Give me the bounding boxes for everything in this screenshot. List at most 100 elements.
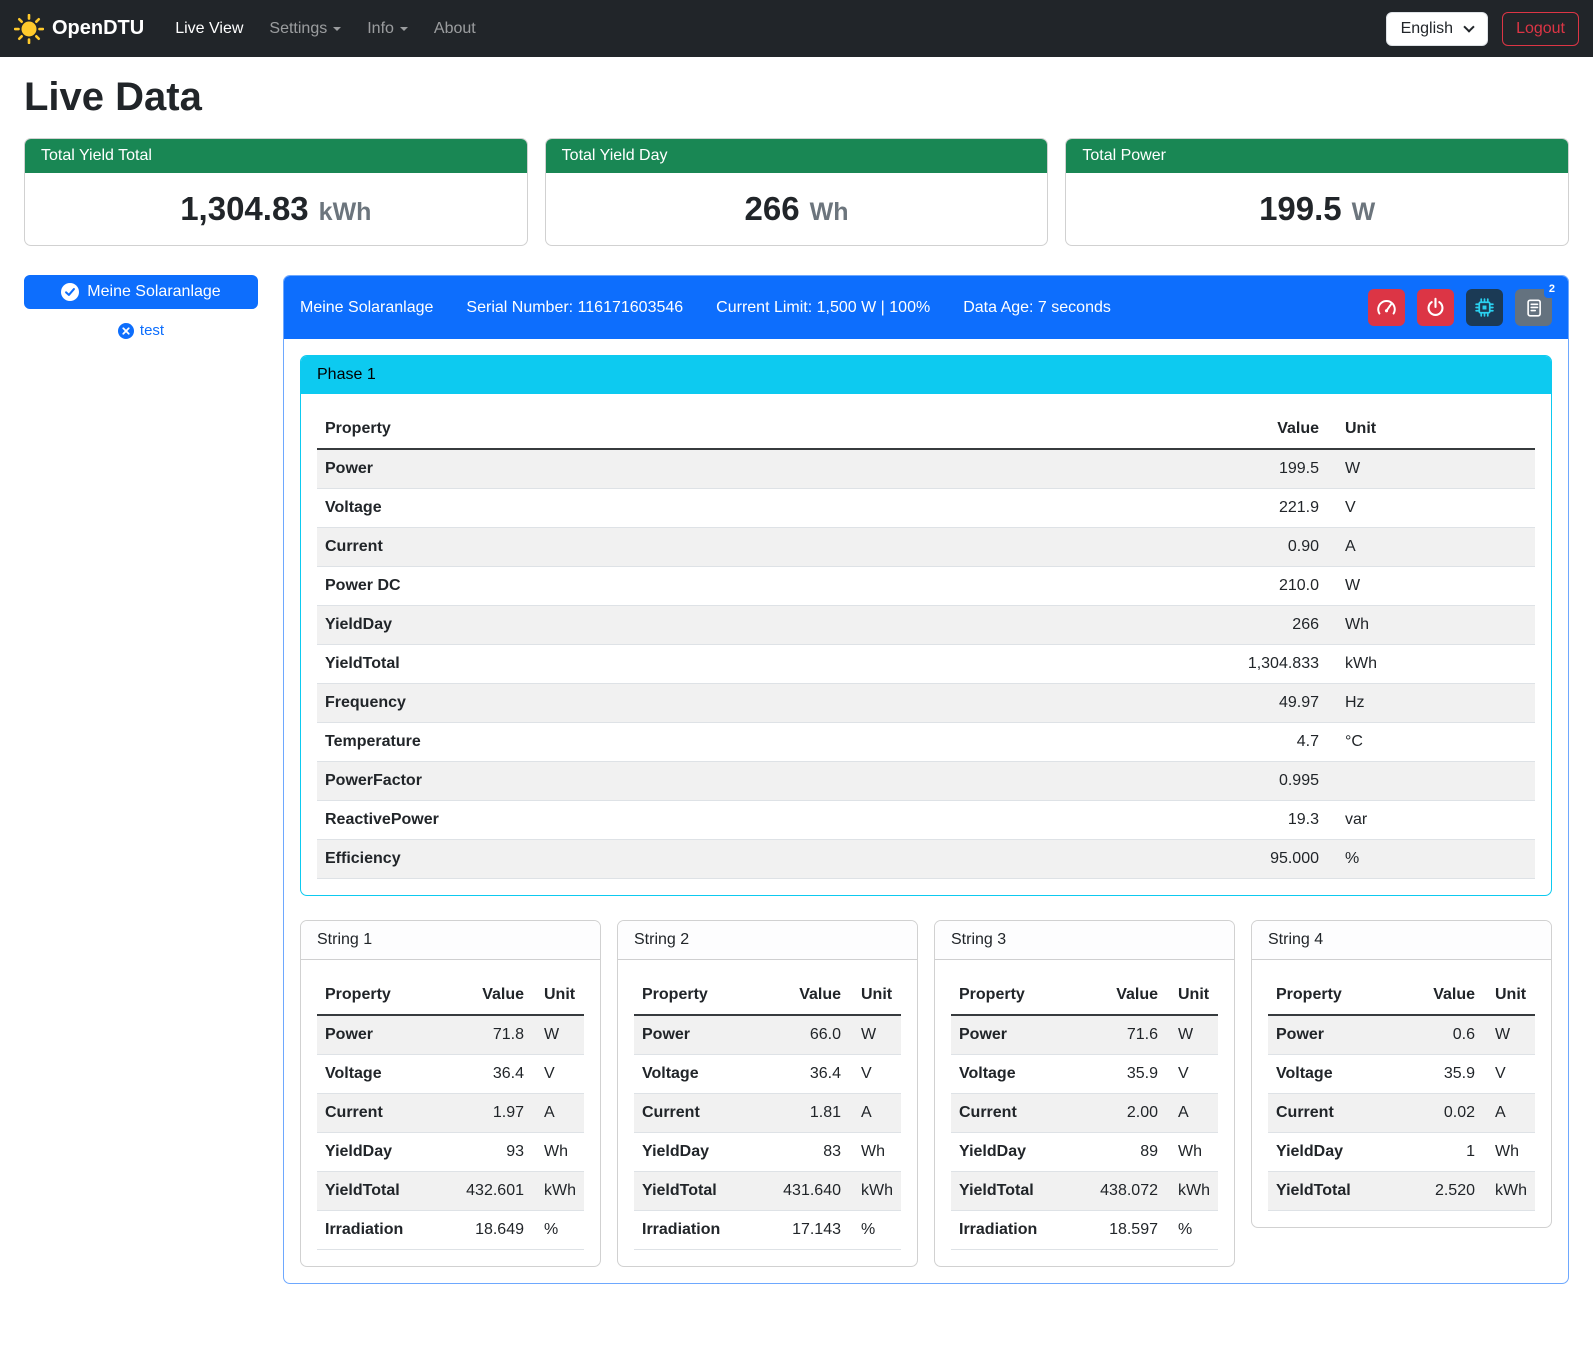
nav-links: Live View Settings Info About [162, 12, 489, 46]
property-cell: Irradiation [951, 1211, 1072, 1250]
value-cell: 1,304.833 [921, 645, 1327, 684]
chevron-down-icon [400, 27, 408, 31]
string-title: String 3 [935, 921, 1234, 960]
value-cell: 17.143 [755, 1211, 849, 1250]
table-row: YieldDay89Wh [951, 1133, 1218, 1172]
nav-item-info[interactable]: Info [354, 12, 421, 46]
table-row: Power DC210.0W [317, 567, 1535, 606]
nav-item-about[interactable]: About [421, 12, 489, 46]
property-cell: Power [317, 1015, 438, 1055]
string-title: String 4 [1252, 921, 1551, 960]
limit-settings-button[interactable] [1368, 289, 1405, 326]
string-2-card: String 2 Property Value Unit [617, 920, 918, 1267]
inverter-info-button[interactable] [1466, 289, 1503, 326]
table-row: Voltage35.9V [1268, 1055, 1535, 1094]
unit-cell: W [1483, 1015, 1535, 1055]
value-cell: 93 [438, 1133, 532, 1172]
value-cell: 18.649 [438, 1211, 532, 1250]
string-3-card: String 3 Property Value Unit [934, 920, 1235, 1267]
strings-row: String 1 Property Value Unit [300, 920, 1552, 1267]
nav-item-live-view[interactable]: Live View [162, 12, 256, 46]
sun-icon [14, 14, 44, 44]
value-cell: 89 [1072, 1133, 1166, 1172]
unit-cell: % [532, 1211, 584, 1250]
logout-button[interactable]: Logout [1502, 12, 1579, 46]
column-header-unit: Unit [1327, 410, 1535, 449]
unit-cell: var [1327, 801, 1535, 840]
unit-cell: A [1166, 1094, 1218, 1133]
value-cell: 95.000 [921, 840, 1327, 879]
property-cell: YieldDay [951, 1133, 1072, 1172]
table-header-row: Property Value Unit [1268, 976, 1535, 1015]
inverter-select-button[interactable]: Meine Solaranlage [24, 275, 258, 309]
string-1-table: Property Value Unit Power71.8W Voltage36… [317, 976, 584, 1250]
column-header-property: Property [634, 976, 755, 1015]
x-circle-icon [118, 323, 134, 339]
unit-cell: °C [1327, 723, 1535, 762]
event-log-button[interactable]: 2 [1515, 289, 1552, 326]
phase-card: Phase 1 Property Value Unit [300, 355, 1552, 896]
total-yield-day-card: Total Yield Day 266 Wh [545, 138, 1049, 246]
value-cell: 431.640 [755, 1172, 849, 1211]
value-cell: 1.97 [438, 1094, 532, 1133]
value-cell: 35.9 [1399, 1055, 1483, 1094]
property-cell: YieldTotal [1268, 1172, 1399, 1211]
property-cell: Power [317, 449, 921, 489]
table-header-row: Property Value Unit [317, 976, 584, 1015]
inverter-select-label: Meine Solaranlage [87, 283, 220, 301]
value-cell: 36.4 [755, 1055, 849, 1094]
unit-cell: % [1327, 840, 1535, 879]
column-header-value: Value [921, 410, 1327, 449]
value-cell: 0.02 [1399, 1094, 1483, 1133]
string-4-table: Property Value Unit Power0.6W Voltage35.… [1268, 976, 1535, 1211]
property-cell: Voltage [317, 1055, 438, 1094]
nav-item-settings-label: Settings [269, 20, 327, 37]
column-header-property: Property [317, 410, 921, 449]
inverter-sidebar: Meine Solaranlage test [24, 275, 258, 339]
card-value: 266 [745, 190, 800, 228]
unit-cell [1327, 762, 1535, 801]
property-cell: YieldDay [317, 1133, 438, 1172]
value-cell: 266 [921, 606, 1327, 645]
table-row: Efficiency95.000% [317, 840, 1535, 879]
value-cell: 0.995 [921, 762, 1327, 801]
column-header-value: Value [755, 976, 849, 1015]
value-cell: 4.7 [921, 723, 1327, 762]
event-count-badge: 2 [1544, 281, 1560, 298]
value-cell: 432.601 [438, 1172, 532, 1211]
property-cell: Voltage [1268, 1055, 1399, 1094]
value-cell: 71.6 [1072, 1015, 1166, 1055]
value-cell: 221.9 [921, 489, 1327, 528]
property-cell: Efficiency [317, 840, 921, 879]
value-cell: 199.5 [921, 449, 1327, 489]
table-row: YieldDay93Wh [317, 1133, 584, 1172]
unit-cell: V [849, 1055, 901, 1094]
unit-cell: Wh [1483, 1133, 1535, 1172]
unit-cell: V [1483, 1055, 1535, 1094]
string-2-table: Property Value Unit Power66.0W Voltage36… [634, 976, 901, 1250]
table-row: Power199.5W [317, 449, 1535, 489]
column-header-unit: Unit [1483, 976, 1535, 1015]
table-row: Current0.90A [317, 528, 1535, 567]
table-row: Power71.8W [317, 1015, 584, 1055]
property-cell: Power [634, 1015, 755, 1055]
inverter-test-link[interactable]: test [24, 322, 258, 339]
power-button[interactable] [1417, 289, 1454, 326]
table-row: Voltage35.9V [951, 1055, 1218, 1094]
table-header-row: Property Value Unit [951, 976, 1218, 1015]
brand-link[interactable]: OpenDTU [14, 14, 144, 44]
power-icon [1425, 297, 1446, 318]
page-title: Live Data [24, 75, 1569, 120]
unit-cell: kWh [532, 1172, 584, 1211]
value-cell: 66.0 [755, 1015, 849, 1055]
navbar: OpenDTU Live View Settings Info About En… [0, 0, 1593, 57]
nav-item-settings[interactable]: Settings [256, 12, 354, 46]
value-cell: 18.597 [1072, 1211, 1166, 1250]
property-cell: YieldDay [317, 606, 921, 645]
property-cell: Current [951, 1094, 1072, 1133]
unit-cell: kWh [1483, 1172, 1535, 1211]
card-value: 1,304.83 [180, 190, 308, 228]
value-cell: 83 [755, 1133, 849, 1172]
table-row: YieldTotal1,304.833kWh [317, 645, 1535, 684]
language-select[interactable]: English [1386, 12, 1488, 46]
